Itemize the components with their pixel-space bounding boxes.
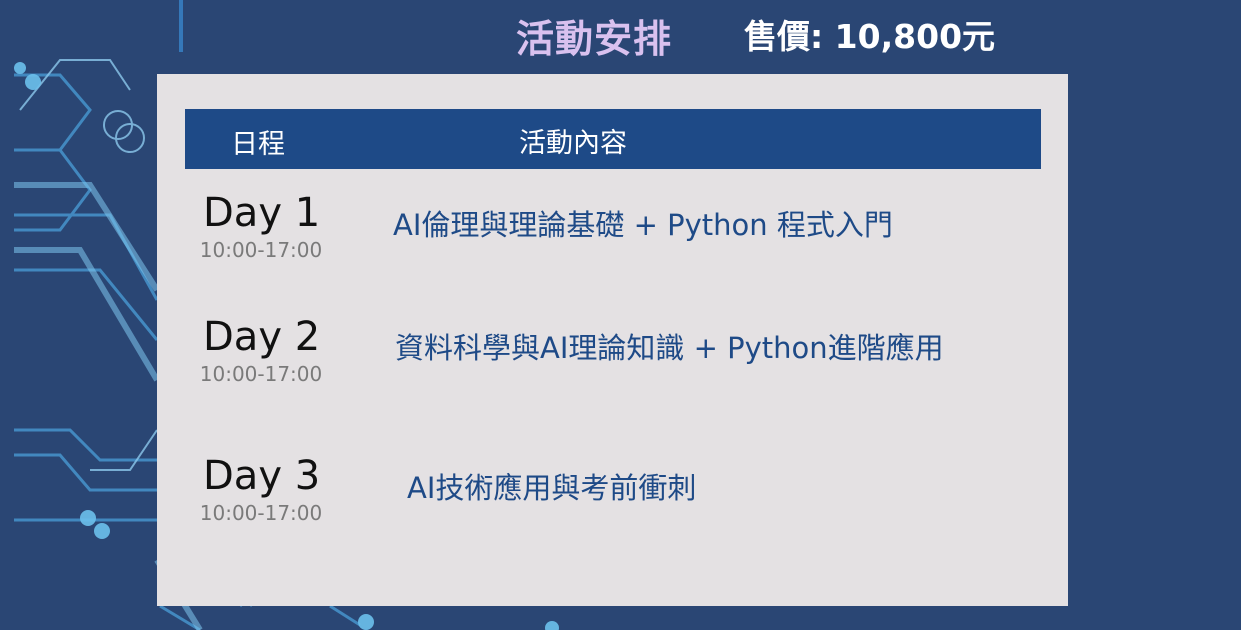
table-row-content: 資料科學與AI理論知識 + Python進階應用 [395,331,944,365]
table-row-day: Day 1 [203,190,321,236]
column-header-schedule: 日程 [231,129,285,160]
table-row-day: Day 3 [203,453,321,499]
table-row-day: Day 2 [203,314,321,360]
table-row-content: AI倫理與理論基礎 + Python 程式入門 [393,208,893,242]
page-title: 活動安排 [516,17,673,61]
column-header-content: 活動內容 [519,128,627,159]
schedule-panel: 日程 活動內容 Day 1 10:00-17:00 AI倫理與理論基礎 + Py… [157,74,1068,606]
table-row-time: 10:00-17:00 [199,238,323,262]
price-label: 售價: 10,800元 [744,17,996,56]
table-row-time: 10:00-17:00 [199,362,323,386]
table-header: 日程 活動內容 [185,109,1041,169]
table-row-time: 10:00-17:00 [199,501,323,525]
table-row-content: AI技術應用與考前衝刺 [407,471,697,505]
